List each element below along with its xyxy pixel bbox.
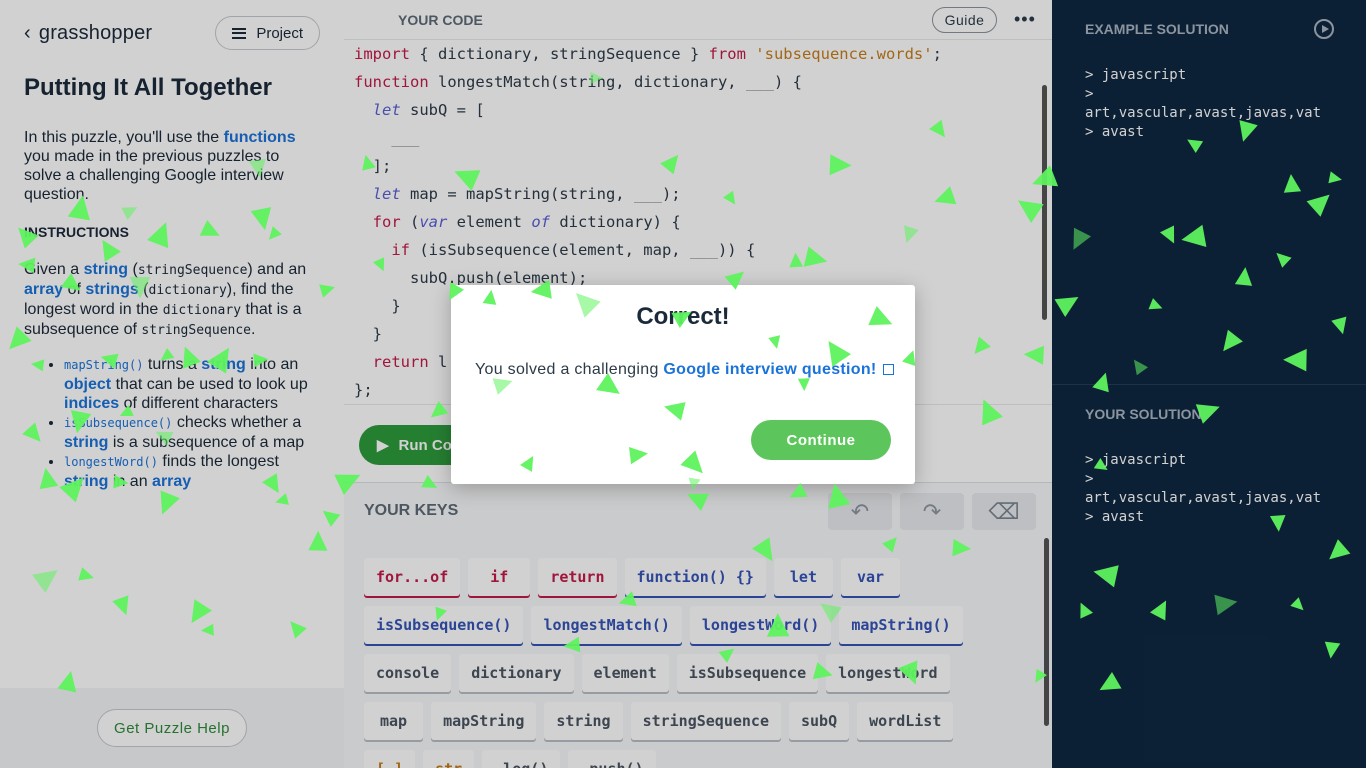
continue-button[interactable]: Continue xyxy=(751,420,891,460)
google-question-link[interactable]: Google interview question! xyxy=(663,361,876,378)
dialog-text: You solved a challenging xyxy=(475,361,664,378)
dialog-title: Correct! xyxy=(636,303,730,330)
success-dialog: Correct! You solved a challenging Google… xyxy=(451,285,915,484)
dialog-message: You solved a challenging Google intervie… xyxy=(475,361,894,379)
external-link-icon xyxy=(882,364,894,375)
